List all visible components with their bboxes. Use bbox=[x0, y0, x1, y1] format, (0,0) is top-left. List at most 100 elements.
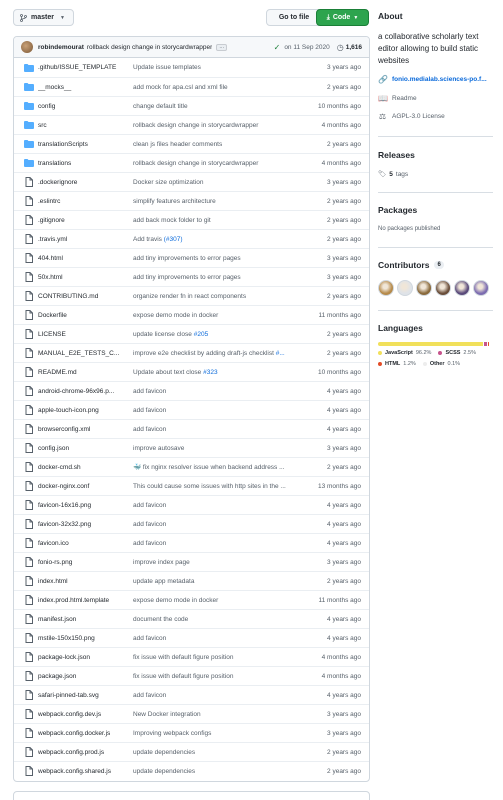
commit-message-link[interactable]: fix issue with default figure position bbox=[133, 673, 309, 680]
file-name[interactable]: index.html bbox=[38, 578, 133, 585]
file-row[interactable]: README.md Update about text close #323 10 … bbox=[14, 362, 369, 381]
folder-row[interactable]: src rollback design change in storycardwr… bbox=[14, 115, 369, 134]
readme-link[interactable]: 📖 Readme bbox=[378, 94, 417, 103]
file-row[interactable]: favicon-16x16.png add favicon 4 years ago bbox=[14, 495, 369, 514]
commit-message-link[interactable]: add tiny improvements to error pages bbox=[133, 255, 309, 262]
commit-message-link[interactable]: add favicon bbox=[133, 635, 309, 642]
commit-message-link[interactable]: Improving webpack configs bbox=[133, 730, 309, 737]
file-name[interactable]: __mocks__ bbox=[38, 84, 133, 91]
commit-message-link[interactable]: add favicon bbox=[133, 426, 309, 433]
file-name[interactable]: docker-nginx.conf bbox=[38, 483, 133, 490]
file-row[interactable]: mstile-150x150.png add favicon 4 years ago bbox=[14, 628, 369, 647]
releases-heading[interactable]: Releases bbox=[378, 150, 415, 160]
commit-message-link[interactable]: rollback design change in storycardwrapp… bbox=[133, 160, 309, 167]
commit-message[interactable]: rollback design change in storycardwrapp… bbox=[87, 44, 212, 51]
file-name[interactable]: CONTRIBUTING.md bbox=[38, 293, 133, 300]
contributor-avatar[interactable] bbox=[397, 280, 413, 296]
contributor-avatar[interactable] bbox=[435, 280, 451, 296]
file-name[interactable]: README.md bbox=[38, 369, 133, 376]
file-name[interactable]: package-lock.json bbox=[38, 654, 133, 661]
file-row[interactable]: .gitignore add back mock folder to git 2 y… bbox=[14, 210, 369, 229]
file-row[interactable]: docker-nginx.conf This could cause some i… bbox=[14, 476, 369, 495]
code-button[interactable]: ⤓ Code ▼ bbox=[316, 9, 369, 26]
file-name[interactable]: translations bbox=[38, 160, 133, 167]
file-row[interactable]: favicon-32x32.png add favicon 4 years ago bbox=[14, 514, 369, 533]
commit-message-link[interactable]: expose demo mode in docker bbox=[133, 312, 309, 319]
commit-message-link[interactable]: 🐳 fix nginx resolver issue when backend … bbox=[133, 463, 309, 471]
file-row[interactable]: android-chrome-96x96.p... add favicon 4 ye… bbox=[14, 381, 369, 400]
file-name[interactable]: .dockerignore bbox=[38, 179, 133, 186]
commit-message-link[interactable]: expose demo mode in docker bbox=[133, 597, 309, 604]
commit-message-link[interactable]: add favicon bbox=[133, 407, 309, 414]
file-name[interactable]: webpack.config.shared.js bbox=[38, 768, 133, 775]
file-name[interactable]: package.json bbox=[38, 673, 133, 680]
file-row[interactable]: CONTRIBUTING.md organize render fn in rea… bbox=[14, 286, 369, 305]
folder-row[interactable]: config change default title 10 months ago bbox=[14, 96, 369, 115]
commit-message-link[interactable]: add mock for apa.csl and xml file bbox=[133, 84, 309, 91]
file-row[interactable]: apple-touch-icon.png add favicon 4 years a… bbox=[14, 400, 369, 419]
file-name[interactable]: favicon-16x16.png bbox=[38, 502, 133, 509]
file-row[interactable]: docker-cmd.sh 🐳 fix nginx resolver issue … bbox=[14, 457, 369, 476]
file-row[interactable]: Dockerfile expose demo mode in docker 11 m… bbox=[14, 305, 369, 324]
file-row[interactable]: index.html update app metadata 2 years ago bbox=[14, 571, 369, 590]
file-row[interactable]: LICENSE update license close #205 2 years … bbox=[14, 324, 369, 343]
file-name[interactable]: webpack.config.dev.js bbox=[38, 711, 133, 718]
branch-select-button[interactable]: master ▼ bbox=[13, 9, 74, 26]
file-name[interactable]: config bbox=[38, 103, 133, 110]
commit-message-link[interactable]: Add travis (#307) bbox=[133, 236, 309, 243]
commit-message-link[interactable]: update app metadata bbox=[133, 578, 309, 585]
file-row[interactable]: 404.html add tiny improvements to error p… bbox=[14, 248, 369, 267]
commit-message-link[interactable]: simplify features architecture bbox=[133, 198, 309, 205]
file-row[interactable]: .eslintrc simplify features architecture 2… bbox=[14, 191, 369, 210]
contributors-heading[interactable]: Contributors 6 bbox=[378, 260, 444, 270]
commit-message-link[interactable]: This could cause some issues with http s… bbox=[133, 483, 309, 490]
language-item[interactable]: Other 0.1% bbox=[422, 361, 460, 367]
file-name[interactable]: mstile-150x150.png bbox=[38, 635, 133, 642]
packages-heading[interactable]: Packages bbox=[378, 205, 417, 215]
go-to-file-button[interactable]: Go to file bbox=[266, 9, 322, 26]
folder-row[interactable]: .github/ISSUE_TEMPLATE Update issue templ… bbox=[14, 58, 369, 77]
file-name[interactable]: .travis.yml bbox=[38, 236, 133, 243]
file-name[interactable]: fonio-rs.png bbox=[38, 559, 133, 566]
file-name[interactable]: src bbox=[38, 122, 133, 129]
commit-message-link[interactable]: document the code bbox=[133, 616, 309, 623]
commit-message-link[interactable]: change default title bbox=[133, 103, 309, 110]
file-row[interactable]: package.json fix issue with default figur… bbox=[14, 666, 369, 685]
commit-message-link[interactable]: add favicon bbox=[133, 692, 309, 699]
commit-message-link[interactable]: improve index page bbox=[133, 559, 309, 566]
file-row[interactable]: MANUAL_E2E_TESTS_C... improve e2e checkli… bbox=[14, 343, 369, 362]
commit-message-link[interactable]: Update issue templates bbox=[133, 64, 309, 71]
file-name[interactable]: android-chrome-96x96.p... bbox=[38, 388, 133, 395]
avatar[interactable] bbox=[21, 41, 33, 53]
language-item[interactable]: JavaScript 96.2% bbox=[378, 350, 431, 356]
file-name[interactable]: browserconfig.xml bbox=[38, 426, 133, 433]
commit-message-link[interactable]: update license close #205 bbox=[133, 331, 309, 338]
file-row[interactable]: index.prod.html.template expose demo mode… bbox=[14, 590, 369, 609]
commit-date[interactable]: on 11 Sep 2020 bbox=[284, 44, 329, 51]
commit-message-link[interactable]: rollback design change in storycardwrapp… bbox=[133, 122, 309, 129]
file-row[interactable]: .travis.yml Add travis (#307) 2 years ago bbox=[14, 229, 369, 248]
commit-message-link[interactable]: improve autosave bbox=[133, 445, 309, 452]
file-row[interactable]: favicon.ico add favicon 4 years ago bbox=[14, 533, 369, 552]
commit-message-link[interactable]: add back mock folder to git bbox=[133, 217, 309, 224]
file-row[interactable]: fonio-rs.png improve index page 3 years ag… bbox=[14, 552, 369, 571]
file-name[interactable]: .gitignore bbox=[38, 217, 133, 224]
file-name[interactable]: translationScripts bbox=[38, 141, 133, 148]
tags-link[interactable]: 🏷 5 tags bbox=[378, 170, 408, 179]
file-name[interactable]: LICENSE bbox=[38, 331, 133, 338]
folder-row[interactable]: translations rollback design change in st… bbox=[14, 153, 369, 172]
language-item[interactable]: HTML 1.2% bbox=[378, 361, 416, 367]
commit-message-link[interactable]: update dependencies bbox=[133, 749, 309, 756]
file-row[interactable]: webpack.config.shared.js update dependenc… bbox=[14, 761, 369, 780]
issue-link[interactable]: #323 bbox=[203, 369, 217, 376]
issue-link[interactable]: (#307) bbox=[164, 236, 183, 243]
file-name[interactable]: MANUAL_E2E_TESTS_C... bbox=[38, 350, 133, 357]
file-name[interactable]: Dockerfile bbox=[38, 312, 133, 319]
file-name[interactable]: safari-pinned-tab.svg bbox=[38, 692, 133, 699]
file-row[interactable]: 50x.html add tiny improvements to error p… bbox=[14, 267, 369, 286]
commit-expand-button[interactable]: … bbox=[216, 43, 228, 51]
language-item[interactable]: SCSS 2.5% bbox=[438, 350, 476, 356]
file-name[interactable]: config.json bbox=[38, 445, 133, 452]
website-link[interactable]: 🔗 fonio.medialab.sciences-po.f... bbox=[378, 75, 487, 84]
commit-message-link[interactable]: add favicon bbox=[133, 540, 309, 547]
